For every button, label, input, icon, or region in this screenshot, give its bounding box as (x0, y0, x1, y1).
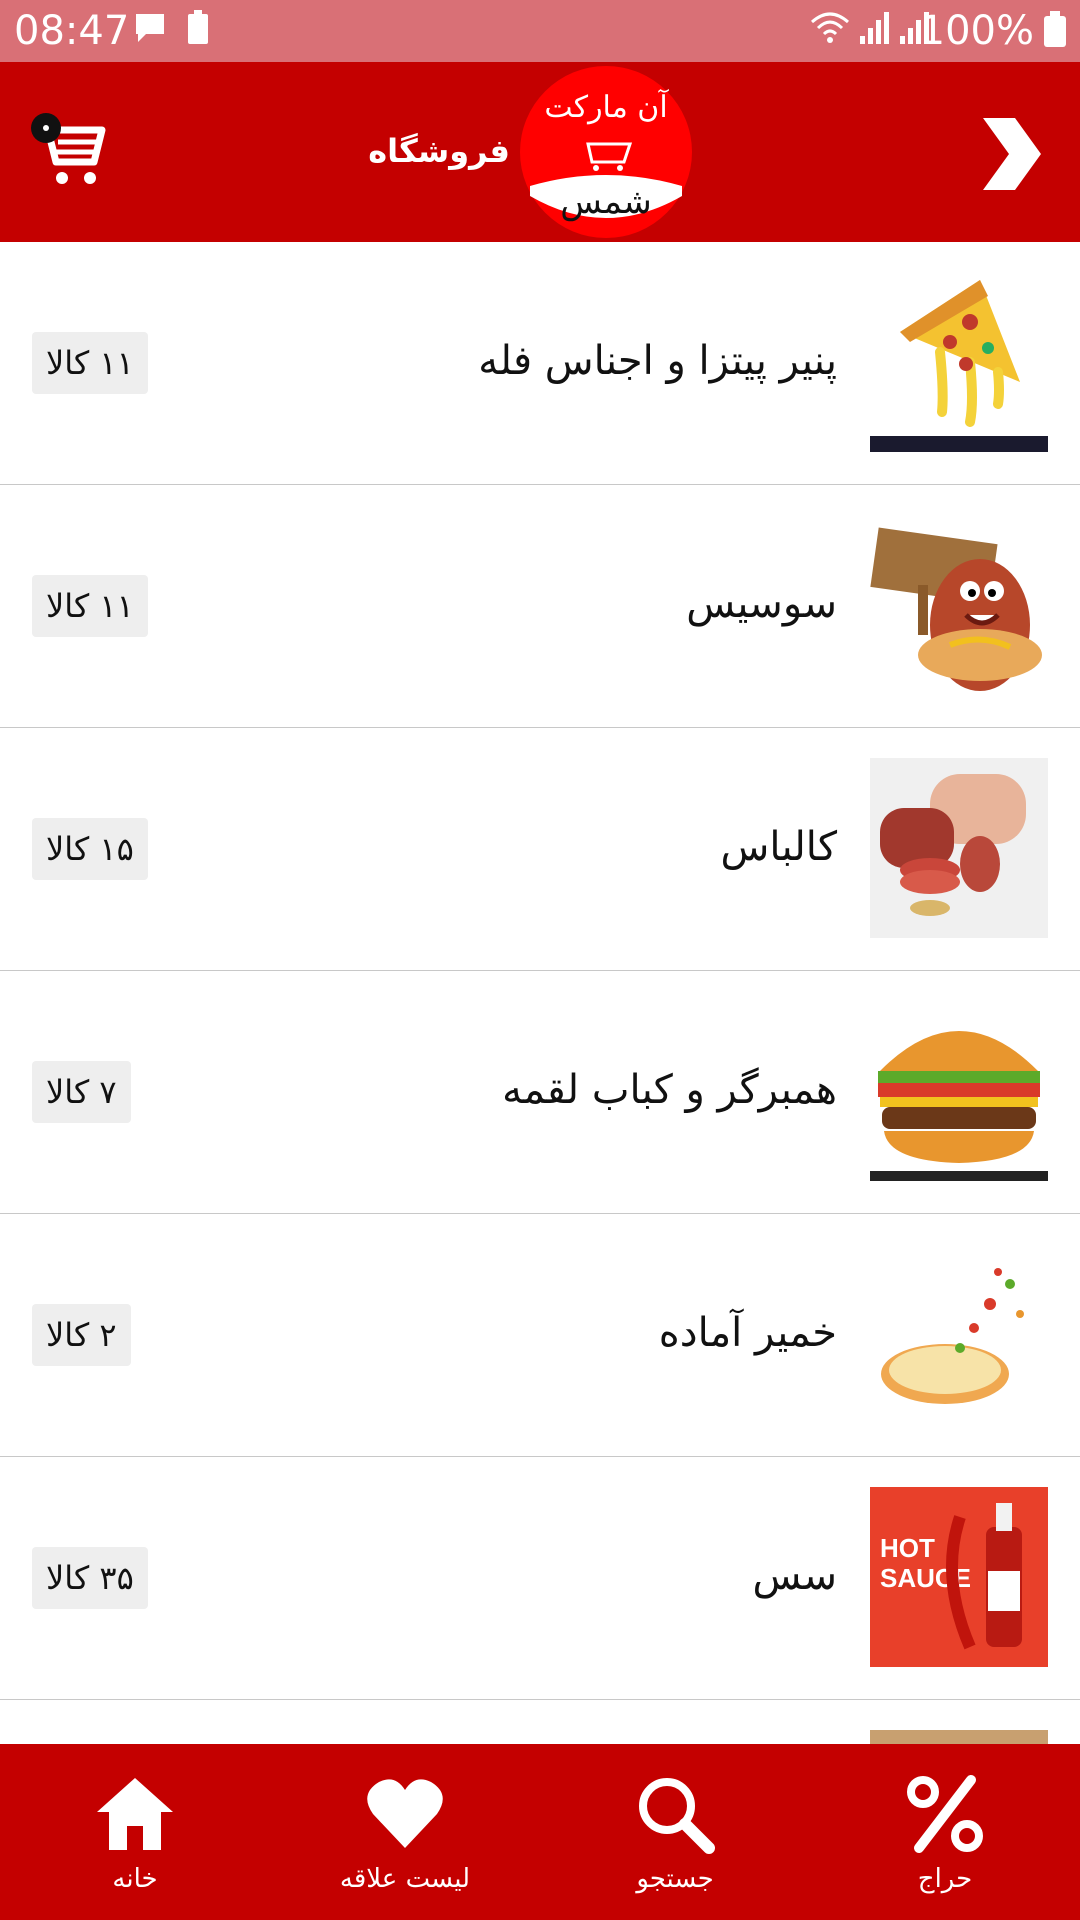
item-count-badge: ۲ کالا (32, 1304, 131, 1366)
app-bar: فروشگاه آن مارکت شمس (0, 62, 1080, 242)
logo-text-bottom: شمس (560, 182, 652, 222)
home-icon (97, 1778, 173, 1850)
salami-image (870, 758, 1048, 938)
nav-wishlist[interactable]: لیست علاقه (270, 1744, 540, 1920)
pizza-slice-image (870, 272, 1048, 452)
nav-sale[interactable]: حراج (810, 1744, 1080, 1920)
status-time: 08:47 (14, 8, 130, 54)
nav-search[interactable]: جستجو (540, 1744, 810, 1920)
item-count-badge: ۳۵ کالا (32, 1547, 148, 1609)
category-name: پنیر پیتزا و اجناس فله (478, 338, 837, 384)
wifi-icon (811, 12, 849, 43)
item-count-badge: ۱۱ کالا (32, 332, 148, 394)
chevron-right-icon[interactable] (975, 114, 1045, 194)
nav-search-label: جستجو (636, 1864, 714, 1894)
category-list: پنیر پیتزا و اجناس فله ۱۱ کالا سوسیس ۱۱ … (0, 242, 1080, 1744)
nav-sale-label: حراج (917, 1864, 973, 1894)
cart-icon[interactable] (28, 112, 112, 196)
nav-wishlist-label: لیست علاقه (339, 1864, 471, 1894)
battery-percent: 100% (919, 8, 1034, 54)
list-item[interactable]: همبرگر و کباب لقمه ۷ کالا (0, 971, 1080, 1214)
category-name: سس (752, 1553, 837, 1599)
list-item[interactable]: خمیر آماده ۲ کالا (0, 1214, 1080, 1457)
logo-text-top: آن مارکت (544, 90, 668, 125)
bottom-nav: خانه لیست علاقه جستجو حراج (0, 1744, 1080, 1920)
page-title: فروشگاه (368, 132, 510, 170)
percent-icon (907, 1775, 983, 1853)
shop-logo: آن مارکت شمس (518, 64, 694, 240)
message-icon (136, 14, 164, 42)
hotdog-image (870, 515, 1048, 695)
list-item[interactable]: پنیر پیتزا و اجناس فله ۱۱ کالا (0, 242, 1080, 485)
partial-item-image (870, 1730, 1048, 1744)
hot-sauce-image: HOT SAUCE (870, 1487, 1048, 1667)
burger-image (870, 1001, 1048, 1181)
list-item[interactable]: HOT SAUCE سس ۳۵ کالا (0, 1457, 1080, 1700)
list-item[interactable]: سوسیس ۱۱ کالا (0, 485, 1080, 728)
signal-icon (860, 12, 889, 44)
status-bar: 08:47 100% (0, 0, 1080, 62)
list-item[interactable] (0, 1700, 1080, 1744)
heart-icon (367, 1779, 443, 1848)
svg-text:HOT: HOT (880, 1533, 935, 1563)
battery-icon (1044, 11, 1066, 47)
category-name: کالباس (720, 824, 837, 870)
list-item[interactable]: کالباس ۱۵ کالا (0, 728, 1080, 971)
category-name: سوسیس (686, 581, 837, 627)
nav-home-label: خانه (112, 1864, 158, 1894)
category-name: خمیر آماده (658, 1310, 837, 1356)
category-name: همبرگر و کباب لقمه (502, 1067, 837, 1113)
item-count-badge: ۷ کالا (32, 1061, 131, 1123)
search-icon (639, 1778, 715, 1854)
battery-saver-icon (188, 10, 208, 44)
item-count-badge: ۱۵ کالا (32, 818, 148, 880)
item-count-badge: ۱۱ کالا (32, 575, 148, 637)
pizza-dough-image (870, 1244, 1048, 1424)
nav-home[interactable]: خانه (0, 1744, 270, 1920)
